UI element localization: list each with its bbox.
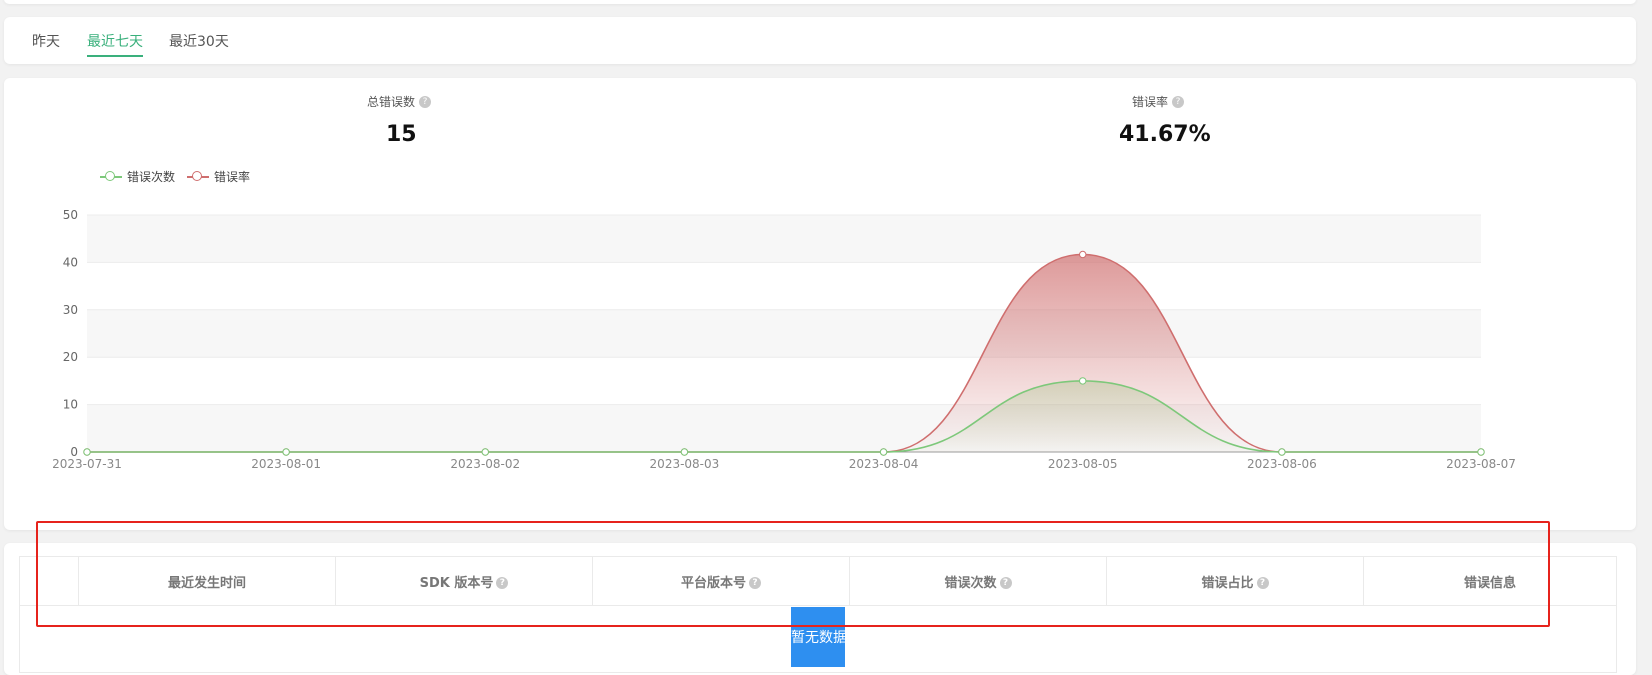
- error-trend-chart: 010203040502023-07-31 2023-08-01 2023-08-0…: [52, 208, 1516, 471]
- data-point: [1079, 377, 1087, 385]
- empty-state-text: 暂无数据: [791, 607, 845, 667]
- y-tick-label: 40: [63, 255, 78, 269]
- column-header-error-ratio[interactable]: 错误占比?: [1106, 556, 1364, 606]
- x-tick-label: 2023-08-06: [1247, 457, 1317, 471]
- data-point: [83, 448, 91, 456]
- x-tick-label: 2023-08-04: [849, 457, 919, 471]
- y-tick-label: 10: [63, 398, 78, 412]
- y-tick-label: 50: [63, 208, 78, 222]
- x-tick-label: 2023-08-05: [1048, 457, 1118, 471]
- x-tick-label: 2023-08-03: [650, 457, 720, 471]
- data-point: [879, 448, 888, 456]
- column-header-platform-version[interactable]: 平台版本号?: [592, 556, 850, 606]
- column-header-label: 平台版本号: [680, 575, 746, 591]
- x-tick-label: 2023-08-02: [450, 457, 520, 471]
- column-header-last-occurred[interactable]: 最近发生时间: [78, 556, 336, 606]
- column-header-label: 错误占比: [1201, 575, 1254, 591]
- help-icon[interactable]: ?: [749, 577, 761, 589]
- data-point: [1079, 250, 1087, 259]
- y-tick-label: 20: [63, 350, 78, 364]
- x-tick-label: 2023-08-07: [1446, 457, 1516, 471]
- x-tick-label: 2023-07-31: [52, 457, 122, 471]
- grid-band: [87, 309, 1481, 358]
- column-header-label: SDK 版本号: [419, 575, 494, 591]
- grid-band: [87, 215, 1481, 263]
- help-icon[interactable]: ?: [999, 577, 1012, 589]
- data-point: [1278, 448, 1286, 456]
- data-point: [680, 448, 689, 456]
- error-detail-table: 最近发生时间 SDK 版本号? 平台版本号? 错误次数? 错误占比? 错误信息 …: [19, 556, 1617, 673]
- column-header-select: [19, 556, 79, 606]
- data-point: [481, 448, 489, 456]
- data-point: [282, 448, 290, 456]
- y-tick-label: 30: [63, 303, 78, 317]
- help-icon[interactable]: ?: [496, 577, 509, 589]
- x-tick-label: 2023-08-01: [251, 457, 321, 471]
- column-header-sdk-version[interactable]: SDK 版本号?: [335, 556, 593, 606]
- table-empty-cell: 暂无数据: [19, 605, 1617, 673]
- column-header-label: 错误信息: [1463, 575, 1516, 591]
- column-header-label: 错误次数: [944, 575, 997, 591]
- grid-band: [87, 404, 1481, 452]
- help-icon[interactable]: ?: [1256, 577, 1269, 589]
- column-header-error-message[interactable]: 错误信息: [1363, 556, 1617, 606]
- table-header-row: 最近发生时间 SDK 版本号? 平台版本号? 错误次数? 错误占比? 错误信息: [19, 556, 1617, 606]
- column-header-label: 最近发生时间: [167, 575, 246, 591]
- data-point: [1477, 448, 1485, 456]
- table-empty-row: 暂无数据: [19, 605, 1617, 673]
- column-header-error-count[interactable]: 错误次数?: [849, 556, 1107, 606]
